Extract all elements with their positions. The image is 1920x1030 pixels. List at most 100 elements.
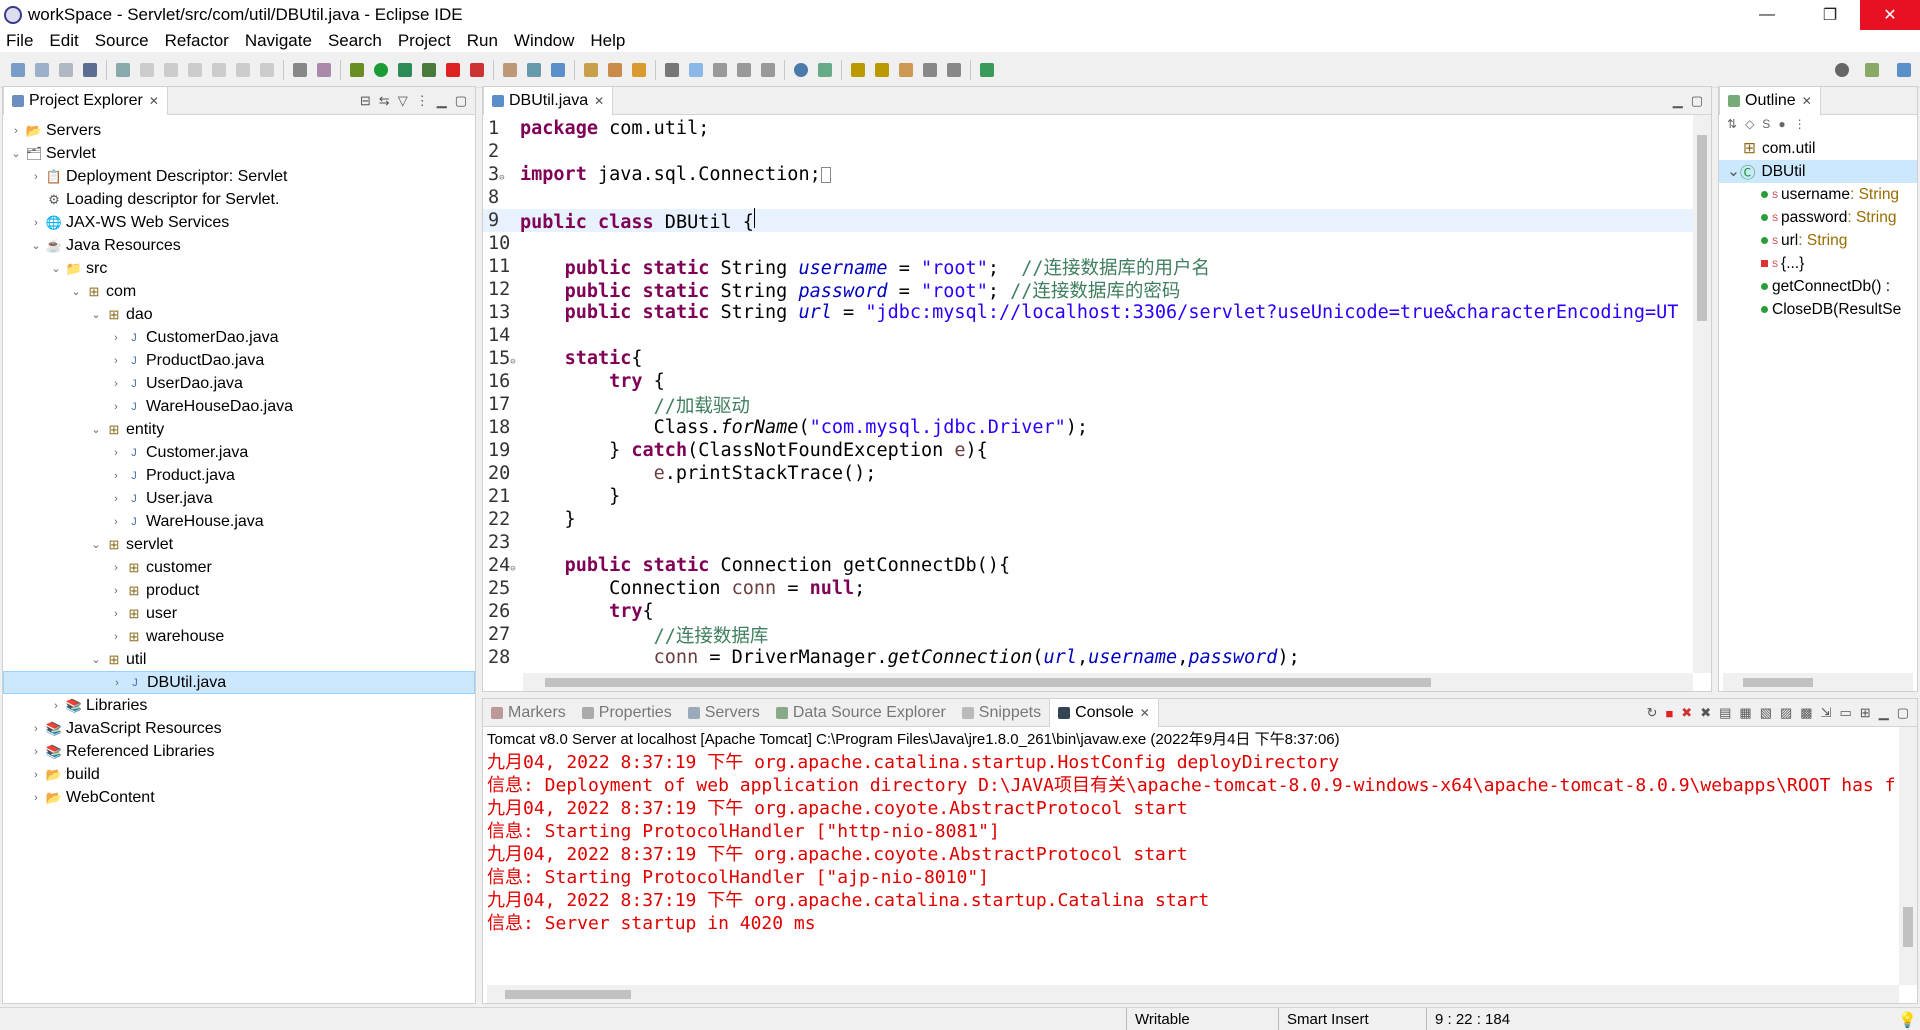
tree-item[interactable]: ⌄ ⊞ dao: [3, 303, 152, 326]
hide-static-icon[interactable]: S: [1762, 117, 1770, 135]
tab-properties[interactable]: Properties: [574, 699, 680, 727]
tree-item[interactable]: › J DBUtil.java: [3, 671, 475, 694]
code-line[interactable]: 21 }: [483, 485, 1711, 508]
prev-annotation-icon[interactable]: [875, 62, 889, 77]
pin-icon[interactable]: [818, 62, 832, 77]
minimize-view-icon[interactable]: ▁: [1673, 93, 1683, 109]
menu-project[interactable]: Project: [398, 31, 451, 51]
tree-twisty-icon[interactable]: ›: [109, 447, 123, 459]
tree-item[interactable]: › 📋 Deployment Descriptor: Servlet: [3, 165, 287, 188]
tree-item[interactable]: › 📂 build: [3, 763, 100, 786]
new-java-project-icon[interactable]: [503, 62, 517, 77]
open-console-icon[interactable]: ⊞: [1860, 705, 1871, 721]
pilcrow-icon[interactable]: [761, 62, 775, 77]
show-on-error-icon[interactable]: ▩: [1800, 705, 1812, 721]
close-tab-icon[interactable]: ✕: [149, 94, 159, 108]
tree-twisty-icon[interactable]: ›: [110, 677, 124, 689]
publish-icon[interactable]: [470, 62, 484, 77]
tree-item[interactable]: ⌄ ⊞ entity: [3, 418, 164, 441]
tree-twisty-icon[interactable]: ›: [109, 378, 123, 390]
save-all-icon[interactable]: [59, 62, 73, 77]
next-annotation-icon[interactable]: [851, 62, 865, 77]
outline-item[interactable]: Susername : String: [1719, 183, 1917, 206]
lightbulb-icon[interactable]: 💡: [1890, 1008, 1917, 1030]
outline-item[interactable]: Surl : String: [1719, 229, 1917, 252]
outline-item[interactable]: getConnectDb() :: [1719, 275, 1917, 298]
code-line[interactable]: 9 public class DBUtil {: [483, 208, 1711, 233]
tree-twisty-icon[interactable]: ›: [29, 171, 43, 183]
search-icon[interactable]: [1835, 62, 1849, 77]
tree-item[interactable]: › 📚 JavaScript Resources: [3, 717, 221, 740]
tree-twisty-icon[interactable]: ⌄: [89, 538, 103, 551]
tree-item[interactable]: › ⊞ user: [3, 602, 177, 625]
open-type-icon[interactable]: [293, 62, 307, 77]
sort-icon[interactable]: ⇅: [1727, 117, 1737, 135]
tree-twisty-icon[interactable]: ⌄: [89, 423, 103, 436]
clear-console-icon[interactable]: ▤: [1719, 705, 1731, 721]
tree-item[interactable]: › J User.java: [3, 487, 213, 510]
close-button[interactable]: ✕: [1860, 0, 1920, 30]
new-icon[interactable]: [11, 62, 25, 77]
tree-twisty-icon[interactable]: ›: [109, 631, 123, 643]
console-vertical-scrollbar[interactable]: [1899, 727, 1917, 985]
menu-source[interactable]: Source: [95, 31, 149, 51]
open-task-icon[interactable]: [608, 62, 622, 77]
tree-item[interactable]: › J Customer.java: [3, 441, 248, 464]
menu-file[interactable]: File: [6, 31, 33, 51]
new-class-icon[interactable]: [551, 62, 565, 77]
tree-twisty-icon[interactable]: ⌄: [29, 239, 43, 252]
coverage-icon[interactable]: [398, 62, 412, 77]
tree-twisty-icon[interactable]: ⌄: [69, 285, 83, 298]
minimize-view-icon[interactable]: ▁: [1879, 705, 1889, 721]
code-line[interactable]: 24⊖ public static Connection getConnectD…: [483, 554, 1711, 577]
debug-icon[interactable]: [350, 62, 364, 77]
tree-twisty-icon[interactable]: ⌄: [9, 147, 23, 160]
word-wrap-icon[interactable]: ▧: [1760, 705, 1772, 721]
tree-item[interactable]: › 📂 WebContent: [3, 786, 155, 809]
tree-twisty-icon[interactable]: ⌄: [49, 262, 63, 275]
hide-nonpublic-icon[interactable]: ●: [1778, 117, 1785, 135]
menu-window[interactable]: Window: [514, 31, 574, 51]
tree-twisty-icon[interactable]: ›: [109, 516, 123, 528]
code-line[interactable]: 11 public static String username = "root…: [483, 255, 1711, 279]
toggle-mark-icon[interactable]: [317, 62, 331, 77]
back-icon[interactable]: [923, 62, 937, 77]
remove-launch-icon[interactable]: ✖: [1681, 705, 1692, 721]
tree-twisty-icon[interactable]: ›: [29, 792, 43, 804]
view-menu-icon[interactable]: ⋮: [416, 93, 429, 109]
outline-item[interactable]: CloseDB(ResultSe: [1719, 298, 1917, 321]
tree-twisty-icon[interactable]: ›: [29, 746, 43, 758]
java-ee-perspective-icon[interactable]: [1897, 62, 1911, 77]
external-tools-icon[interactable]: [422, 62, 436, 77]
tree-twisty-icon[interactable]: ›: [109, 608, 123, 620]
outline-item[interactable]: ⊞ com.util: [1719, 137, 1917, 160]
highlight-icon[interactable]: [689, 62, 703, 77]
tree-twisty-icon[interactable]: ›: [9, 125, 23, 137]
outline-twisty-icon[interactable]: ⌄: [1727, 162, 1740, 181]
tree-twisty-icon[interactable]: ›: [29, 723, 43, 735]
block-select-icon[interactable]: [737, 62, 751, 77]
console-output[interactable]: Tomcat v8.0 Server at localhost [Apache …: [483, 727, 1917, 1003]
tab-dbutil-java[interactable]: DBUtil.java ✕: [483, 86, 614, 115]
menu-run[interactable]: Run: [467, 31, 498, 51]
step-over-icon[interactable]: [260, 62, 274, 77]
stop-server-icon[interactable]: [446, 62, 460, 77]
tree-item[interactable]: ⌄ ⊞ servlet: [3, 533, 173, 556]
code-editor[interactable]: 1 package com.util; 2 3⊖ import java.sql.Con…: [483, 115, 1711, 691]
tree-item[interactable]: › J WareHouseDao.java: [3, 395, 293, 418]
tree-twisty-icon[interactable]: ›: [109, 401, 123, 413]
tree-twisty-icon[interactable]: ›: [109, 562, 123, 574]
tree-twisty-icon[interactable]: ›: [109, 332, 123, 344]
collapse-all-icon[interactable]: ⊟: [360, 93, 371, 109]
code-line[interactable]: 25 Connection conn = null;: [483, 577, 1711, 600]
menu-help[interactable]: Help: [590, 31, 625, 51]
close-tab-icon[interactable]: ✕: [1140, 706, 1150, 720]
terminate-console-icon[interactable]: ■: [1665, 706, 1673, 721]
tree-item[interactable]: ⌄ ☕ Java Resources: [3, 234, 180, 257]
code-line[interactable]: 19 } catch(ClassNotFoundException e){: [483, 439, 1711, 462]
console-horizontal-scrollbar[interactable]: [487, 985, 1899, 1003]
tree-twisty-icon[interactable]: ›: [109, 585, 123, 597]
annotation-icon[interactable]: [665, 62, 679, 77]
tree-twisty-icon[interactable]: ›: [29, 217, 43, 229]
code-line[interactable]: 14: [483, 324, 1711, 347]
